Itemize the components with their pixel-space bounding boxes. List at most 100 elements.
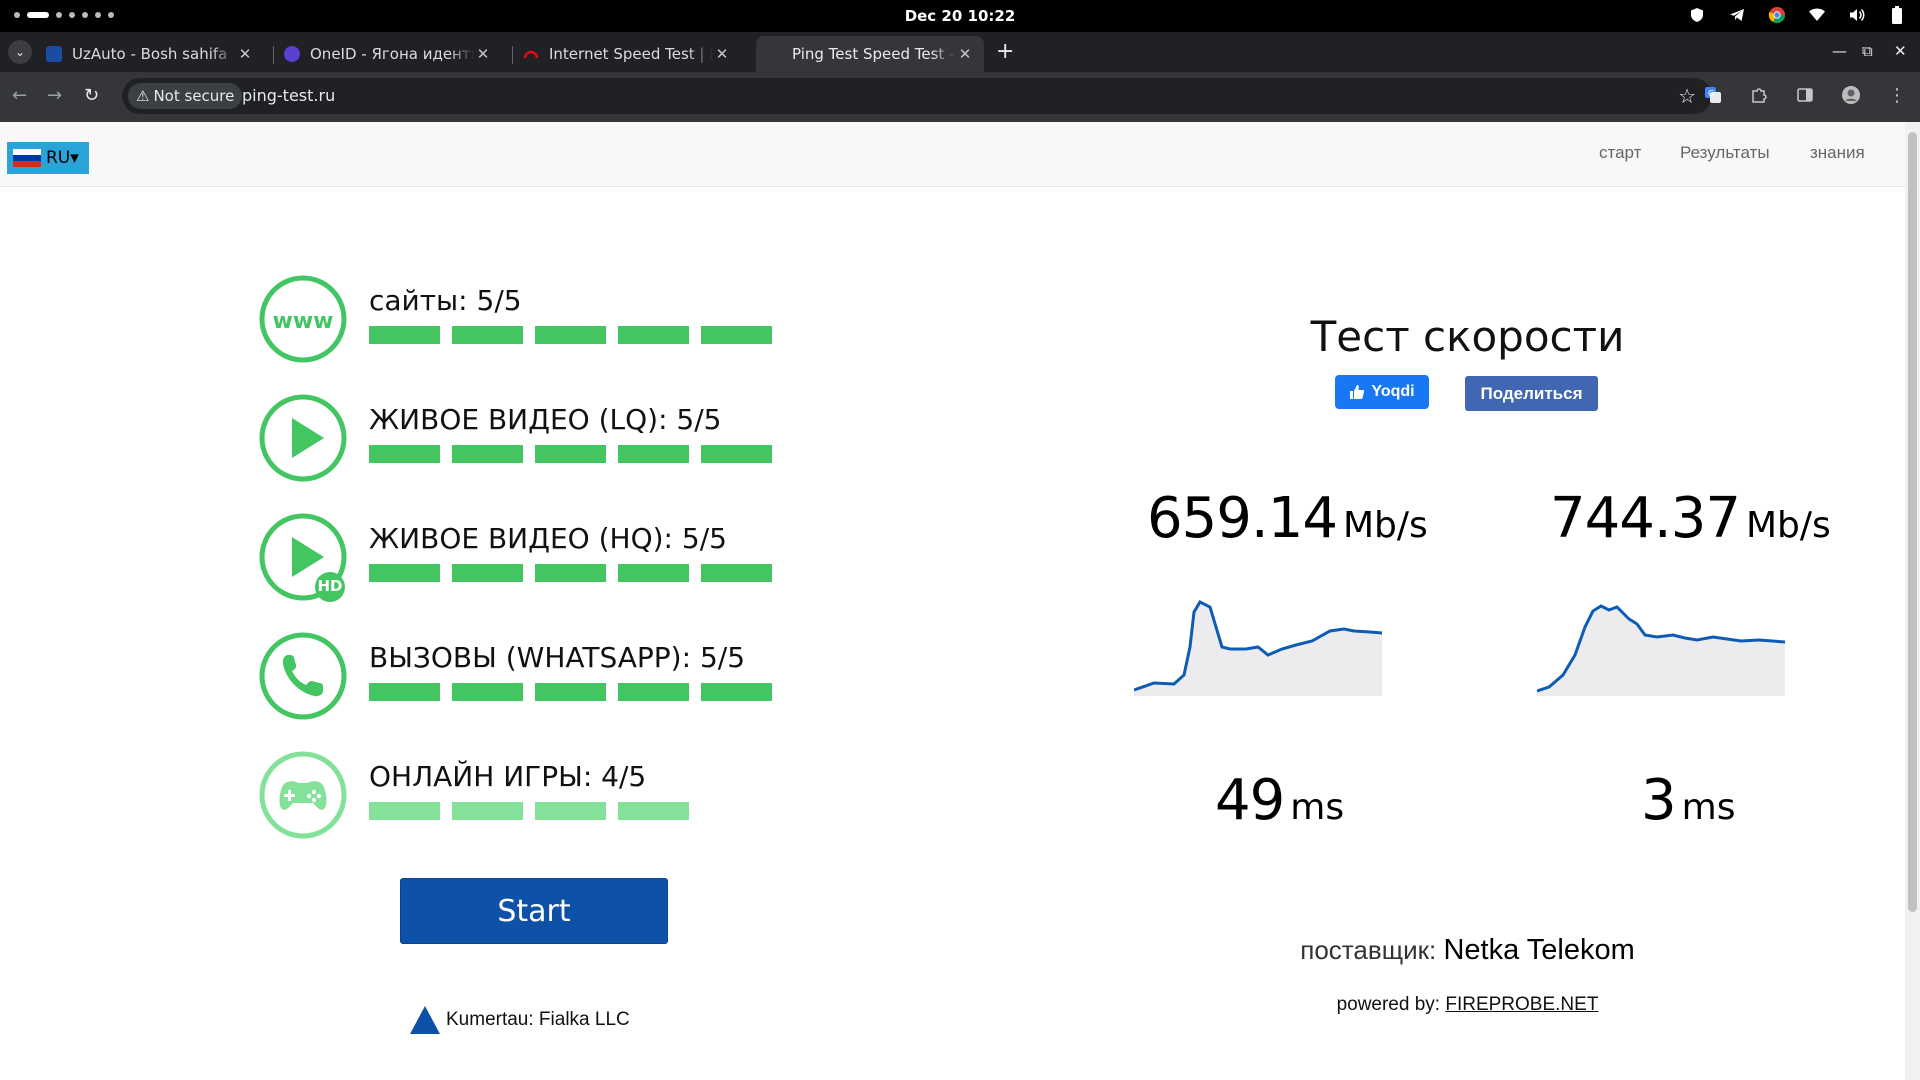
play-hd-icon: HD [258,512,348,602]
tab-oneid[interactable]: OneID - Ягона идентификация ✕ [274,36,502,72]
side-panel-icon[interactable] [1794,84,1816,106]
back-arrow-icon[interactable]: ← [12,85,27,106]
score-bar-segment [701,326,772,344]
language-selector[interactable]: RU▾ [7,142,89,174]
close-tab-icon[interactable]: ✕ [956,45,974,63]
tab-title: Internet Speed Test | Fast.com [549,45,713,63]
close-tab-icon[interactable]: ✕ [474,45,492,63]
tab-title: UzAuto - Bosh sahifa [72,45,228,63]
quality-row-websites: www сайты: 5/5 [258,274,858,364]
tab-search-chevron-icon[interactable]: ⌄ [8,40,32,64]
quality-row-gaming: ОНЛАЙН ИГРЫ: 4/5 [258,750,858,840]
quality-row-video-hq: HD ЖИВОЕ ВИДЕО (HQ): 5/5 [258,512,858,602]
quality-label: ОНЛАЙН ИГРЫ: 4/5 [369,760,647,793]
score-bar-segment [452,683,523,701]
new-tab-plus-icon[interactable]: + [996,41,1014,63]
quality-label: ЖИВОЕ ВИДЕО (LQ): 5/5 [369,403,722,436]
shield-icon[interactable] [1688,6,1706,24]
tab-uzauto[interactable]: UzAuto - Bosh sahifa ✕ [36,36,264,72]
nav-link-start[interactable]: старт [1599,143,1641,163]
score-bars [369,445,772,463]
battery-icon[interactable] [1888,6,1906,24]
language-code: RU▾ [46,148,79,168]
download-value: 659.14 [1147,486,1338,551]
profile-avatar-icon[interactable] [1840,84,1862,106]
score-bar-segment [701,445,772,463]
download-speed: 659.14 Mb/s [1147,486,1428,551]
tab-fast-com[interactable]: Internet Speed Test | Fast.com ✕ [513,36,741,72]
share-button[interactable]: Поделиться [1465,376,1598,411]
telegram-icon[interactable] [1728,6,1746,24]
score-bar-segment [452,326,523,344]
url-text[interactable]: ping-test.ru [242,86,335,105]
score-bar-segment [452,564,523,582]
close-tab-icon[interactable]: ✕ [713,45,731,63]
wifi-icon[interactable] [1808,6,1826,24]
nav-link-knowledge[interactable]: знания [1810,143,1865,163]
restore-icon[interactable]: ⧉ [1862,42,1873,60]
oneid-favicon-icon [284,46,300,62]
provider-label: поставщик: [1300,935,1437,965]
www-icon: www [258,274,348,364]
powered-label: powered by: [1336,994,1441,1015]
warning-triangle-icon: ⚠ [136,87,150,105]
volume-icon[interactable] [1848,6,1866,24]
speed-test-title: Тест скорости [1310,312,1625,361]
quality-label: ВЫЗОВЫ (WHATSAPP): 5/5 [369,641,746,674]
reload-icon[interactable]: ↻ [84,85,99,106]
svg-text:G: G [1708,89,1714,98]
scrollbar-thumb[interactable] [1908,132,1917,912]
facebook-like-button[interactable]: Yoqdi [1335,375,1429,409]
russia-flag-icon [13,149,41,167]
site-info-button[interactable]: ⚠ Not secure [128,83,243,109]
ping-value: 49 [1215,768,1285,833]
jitter-value: 3 [1641,768,1677,833]
score-bar-segment [535,564,606,582]
score-bar-segment [701,683,772,701]
triangle-logo-icon [410,1006,440,1034]
score-bar-segment [452,802,523,820]
quality-row-calls: ВЫЗОВЫ (WHATSAPP): 5/5 [258,631,858,721]
close-tab-icon[interactable]: ✕ [236,45,254,63]
download-unit: Mb/s [1342,505,1428,546]
browser-menu-kebab-icon[interactable]: ⋮ [1886,84,1908,106]
tab-strip: ⌄ UzAuto - Bosh sahifa ✕ OneID - Ягона и… [0,32,1920,72]
start-button[interactable]: Start [400,878,668,944]
powered-by: powered by: FIREPROBE.NET [1200,994,1735,1016]
fireprobe-link[interactable]: FIREPROBE.NET [1445,994,1598,1015]
gamepad-icon [258,750,348,840]
chrome-icon[interactable] [1768,6,1786,24]
nav-link-results[interactable]: Результаты [1680,143,1770,163]
forward-arrow-icon[interactable]: → [47,85,62,106]
jitter: 3 ms [1641,768,1735,833]
score-bar-segment [535,802,606,820]
security-label: Not secure [153,87,235,105]
quality-label: сайты: 5/5 [369,284,522,317]
score-bars [369,564,772,582]
tab-ping-test[interactable]: Ping Test Speed Test - ping-test.ru ✕ [756,36,984,72]
download-speed-graph [1134,600,1383,696]
jitter-unit: ms [1681,787,1736,828]
minimize-icon[interactable]: — [1832,42,1847,60]
thumbs-up-icon [1350,385,1365,399]
upload-unit: Mb/s [1745,505,1831,546]
web-page: RU▾ старт Результаты знания www сайты: 5… [0,122,1905,1080]
score-bar-segment [369,564,440,582]
score-bar-segment [618,326,689,344]
extensions-puzzle-icon[interactable] [1748,84,1770,106]
page-scrollbar[interactable] [1905,122,1920,1080]
close-window-icon[interactable]: ✕ [1894,42,1907,60]
address-bar[interactable]: ⚠ Not secure ping-test.ru ☆ [122,78,1712,114]
phone-icon [258,631,348,721]
score-bar-segment [618,445,689,463]
score-bars [369,683,772,701]
upload-speed: 744.37 Mb/s [1550,486,1831,551]
site-navbar: RU▾ старт Результаты знания [0,122,1905,187]
svg-text:www: www [273,309,334,334]
quality-label: ЖИВОЕ ВИДЕО (HQ): 5/5 [369,522,727,555]
ping-latency: 49 ms [1215,768,1344,833]
bookmark-star-icon[interactable]: ☆ [1678,84,1696,108]
tab-title: Ping Test Speed Test - ping-test.ru [792,45,956,63]
clock[interactable]: Dec 20 10:22 [0,7,1920,25]
translate-icon[interactable]: G [1702,84,1724,106]
